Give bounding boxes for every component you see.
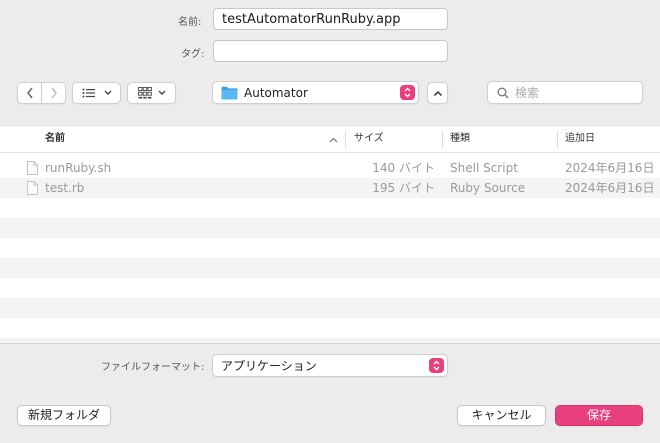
column-size[interactable]: サイズ: [354, 126, 384, 153]
format-popup[interactable]: アプリケーション: [212, 354, 448, 377]
list-view-icon: [82, 88, 95, 98]
grid-view-button[interactable]: [127, 82, 176, 104]
file-icon: [27, 181, 38, 195]
search-field[interactable]: 検索: [487, 81, 643, 104]
column-divider[interactable]: [442, 131, 443, 148]
chevron-left-icon: [26, 87, 33, 99]
row-stripe: [0, 258, 660, 278]
chevron-right-icon: [50, 87, 57, 99]
nav-buttons: [17, 82, 66, 104]
file-icon: [27, 161, 38, 175]
file-name: runRuby.sh: [45, 161, 112, 175]
table-row[interactable]: test.rb 195 バイト Ruby Source 2024年6月16日: [0, 178, 660, 198]
new-folder-button[interactable]: 新規フォルダ: [17, 405, 111, 426]
file-name: test.rb: [45, 181, 85, 195]
folder-icon: [221, 86, 238, 99]
name-field[interactable]: testAutomatorRunRuby.app: [213, 8, 448, 30]
location-stepper: [400, 85, 415, 100]
row-stripe: [0, 338, 660, 343]
format-label: ファイルフォーマット:: [101, 362, 205, 373]
up-directory-button[interactable]: [427, 82, 448, 104]
file-size: 195 バイト: [372, 181, 435, 195]
chevron-down-icon: [104, 90, 111, 95]
updown-icon: [404, 87, 411, 98]
column-name[interactable]: 名前: [45, 126, 65, 153]
save-button[interactable]: 保存: [555, 405, 643, 426]
file-date: 2024年6月16日: [565, 161, 655, 175]
column-divider[interactable]: [345, 131, 346, 148]
search-icon: [497, 87, 509, 98]
sort-ascending-icon: [329, 137, 338, 143]
table-row[interactable]: runRuby.sh 140 バイト Shell Script 2024年6月1…: [0, 158, 660, 178]
forward-button[interactable]: [42, 82, 66, 104]
column-divider[interactable]: [557, 131, 558, 148]
grid-view-icon: [137, 87, 152, 99]
tag-label: タグ:: [181, 49, 205, 60]
column-date-added[interactable]: 追加日: [565, 126, 595, 153]
file-table: 名前 サイズ 種類 追加日 runRuby.sh 140 バイト Shell S…: [0, 125, 660, 344]
location-label: Automator: [244, 85, 308, 100]
name-label: 名前:: [178, 17, 202, 28]
file-size: 140 バイト: [372, 161, 435, 175]
table-header: 名前 サイズ 種類 追加日: [0, 126, 660, 153]
cancel-button[interactable]: キャンセル: [457, 405, 546, 426]
format-value: アプリケーション: [221, 359, 317, 373]
column-kind[interactable]: 種類: [450, 126, 470, 153]
tag-field[interactable]: [213, 40, 448, 62]
back-button[interactable]: [17, 82, 42, 104]
file-kind: Ruby Source: [450, 181, 526, 195]
chevron-down-icon: [158, 90, 165, 95]
search-placeholder: 検索: [515, 86, 540, 100]
file-kind: Shell Script: [450, 161, 518, 175]
updown-icon: [433, 360, 440, 371]
format-stepper: [429, 358, 444, 373]
up-arrow-icon: [433, 90, 442, 96]
list-view-button[interactable]: [72, 82, 121, 104]
row-stripe: [0, 298, 660, 318]
row-stripe: [0, 218, 660, 238]
file-date: 2024年6月16日: [565, 181, 655, 195]
location-popup[interactable]: Automator: [212, 81, 419, 104]
